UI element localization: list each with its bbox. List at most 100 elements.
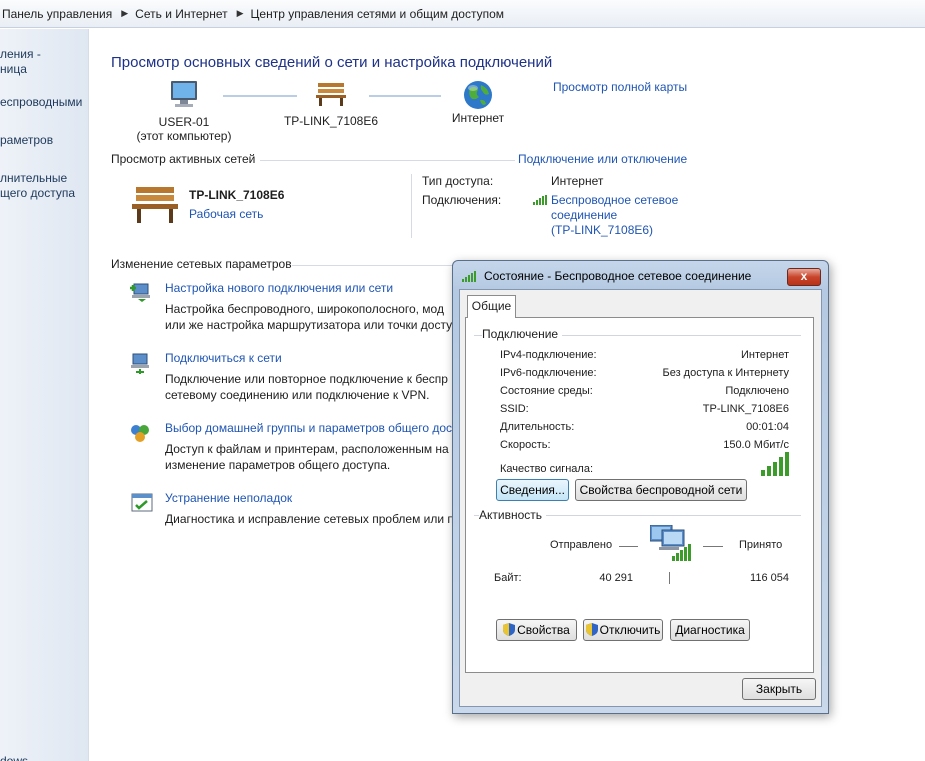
activity-group-label: Активность — [479, 508, 547, 522]
breadcrumb-label: Панель управления — [2, 6, 113, 21]
breadcrumb-control-panel[interactable]: Панель управления ▶ — [2, 7, 135, 21]
task-description: Настройка беспроводного, широкополосного… — [165, 301, 452, 333]
bytes-divider — [669, 572, 670, 584]
globe-icon — [464, 81, 492, 109]
new-connection-icon — [130, 283, 150, 302]
homegroup-icon — [131, 425, 149, 442]
computer-note: (этот компьютер) — [136, 129, 232, 143]
divider — [260, 160, 515, 161]
received-line — [703, 546, 723, 547]
signal-quality-label: Качество сигнала: — [500, 463, 594, 475]
chevron-right-icon[interactable]: ▶ — [121, 8, 128, 19]
connection-line: соединение — [551, 208, 618, 222]
sent-line — [619, 546, 638, 547]
disable-button[interactable]: Отключить — [583, 619, 663, 641]
bench-icon — [132, 187, 178, 223]
signal-quality-icon — [761, 452, 789, 476]
task-desc-line: Доступ к файлам и принтерам, расположенн… — [165, 442, 449, 456]
access-type-value: Интернет — [551, 174, 604, 188]
ipv6-label: IPv6-подключение: — [500, 367, 597, 379]
map-link-line — [369, 95, 441, 97]
close-button[interactable]: Закрыть — [742, 678, 816, 700]
left-navigation-pane: ления - ница еспроводными раметров лните… — [0, 29, 89, 761]
breadcrumb-network-center[interactable]: Центр управления сетями и общим доступом — [251, 7, 505, 21]
task-desc-line: или же настройка маршрутизатора или точк… — [165, 318, 452, 332]
bytes-label: Байт: — [494, 572, 522, 584]
divider — [292, 265, 452, 266]
map-computer[interactable]: USER-01 (этот компьютер) — [134, 79, 234, 143]
ipv6-value: Без доступа к Интернету — [662, 367, 789, 379]
address-bar[interactable]: Панель управления ▶ Сеть и Интернет ▶ Це… — [0, 0, 925, 28]
task-desc-line: Диагностика и исправление сетевых пробле… — [165, 512, 452, 526]
nav-item-wireless[interactable]: еспроводными — [0, 95, 89, 110]
troubleshoot-link[interactable]: Устранение неполадок — [165, 491, 292, 505]
speed-label: Скорость: — [500, 439, 551, 451]
ssid-label: SSID: — [500, 403, 529, 415]
task-description: Подключение или повторное подключение к … — [165, 371, 452, 403]
properties-button-label: Свойства — [517, 623, 570, 637]
task-desc-line: сетевому соединению или подключение к VP… — [165, 388, 430, 402]
wifi-signal-icon — [462, 271, 476, 282]
map-internet[interactable]: Интернет — [438, 79, 518, 125]
wireless-properties-button[interactable]: Свойства беспроводной сети — [575, 479, 747, 501]
network-activity-icon — [650, 525, 691, 561]
task-description: Доступ к файлам и принтерам, расположенн… — [165, 441, 452, 473]
tab-panel-general: Подключение IPv4-подключение: Интернет I… — [465, 317, 814, 673]
tab-general[interactable]: Общие — [467, 295, 516, 318]
active-networks-header: Просмотр активных сетей — [111, 152, 256, 166]
breadcrumb-network-internet[interactable]: Сеть и Интернет ▶ — [135, 7, 250, 21]
wifi-signal-icon — [533, 195, 547, 205]
task-desc-line: Подключение или повторное подключение к … — [165, 372, 448, 386]
speed-value: 150.0 Мбит/с — [723, 439, 789, 451]
map-network[interactable]: TP-LINK_7108E6 — [272, 79, 390, 128]
connection-group-label: Подключение — [482, 327, 563, 341]
homegroup-sharing-link[interactable]: Выбор домашней группы и параметров общег… — [165, 421, 452, 435]
nav-item-adapter-settings[interactable]: раметров — [0, 133, 89, 148]
wireless-status-dialog: Состояние - Беспроводное сетевое соедине… — [452, 260, 829, 714]
view-full-map-link[interactable]: Просмотр полной карты — [553, 80, 687, 94]
task-desc-line: Настройка беспроводного, широкополосного… — [165, 302, 444, 316]
nav-item-windows-firewall[interactable]: dows — [0, 754, 89, 761]
connect-network-icon — [131, 353, 149, 374]
divider — [411, 174, 412, 238]
task-desc-line: изменение параметров общего доступа. — [165, 458, 391, 472]
uac-shield-icon — [585, 623, 598, 636]
dialog-body: Общие Подключение IPv4-подключение: Инте… — [459, 289, 822, 707]
connection-line: (TP-LINK_7108E6) — [551, 223, 654, 237]
disable-button-label: Отключить — [599, 623, 661, 637]
network-name: TP-LINK_7108E6 — [283, 114, 379, 128]
close-icon[interactable]: x — [787, 268, 821, 286]
computer-icon — [171, 81, 197, 107]
ssid-value: TP-LINK_7108E6 — [702, 403, 789, 415]
duration-label: Длительность: — [500, 421, 575, 433]
setup-new-connection-link[interactable]: Настройка нового подключения или сети — [165, 281, 393, 295]
bytes-sent: 40 291 — [599, 572, 633, 584]
nav-item-advanced-sharing-cont[interactable]: щего доступа — [0, 186, 89, 201]
media-state-value: Подключено — [725, 385, 789, 397]
wireless-connection-link[interactable]: Беспроводное сетевое соединение (TP-LINK… — [551, 193, 678, 238]
breadcrumb-label: Сеть и Интернет — [135, 6, 228, 21]
nav-item-home-cont[interactable]: ница — [0, 62, 89, 77]
nav-item-home[interactable]: ления - — [0, 47, 89, 62]
breadcrumb-label: Центр управления сетями и общим доступом — [250, 6, 505, 21]
task-description: Диагностика и исправление сетевых пробле… — [165, 511, 452, 527]
chevron-right-icon[interactable]: ▶ — [237, 8, 244, 19]
connect-disconnect-link[interactable]: Подключение или отключение — [518, 152, 687, 166]
properties-button[interactable]: Свойства — [496, 619, 577, 641]
nav-item-advanced-sharing[interactable]: лнительные — [0, 171, 89, 186]
details-button[interactable]: Сведения... — [496, 479, 569, 501]
duration-value: 00:01:04 — [746, 421, 789, 433]
bytes-received: 116 054 — [750, 572, 789, 584]
diagnose-button[interactable]: Диагностика — [670, 619, 750, 641]
uac-shield-icon — [503, 623, 516, 636]
connection-line: Беспроводное сетевое — [551, 193, 679, 207]
access-type-label: Тип доступа: — [422, 174, 494, 188]
connect-to-network-link[interactable]: Подключиться к сети — [165, 351, 282, 365]
troubleshoot-icon — [131, 493, 153, 512]
active-network-name: TP-LINK_7108E6 — [189, 188, 285, 202]
ipv4-label: IPv4-подключение: — [500, 349, 597, 361]
computer-name: USER-01 — [158, 115, 210, 129]
connections-label: Подключения: — [422, 193, 502, 207]
page-title: Просмотр основных сведений о сети и наст… — [111, 54, 553, 71]
network-type-link[interactable]: Рабочая сеть — [189, 207, 263, 221]
